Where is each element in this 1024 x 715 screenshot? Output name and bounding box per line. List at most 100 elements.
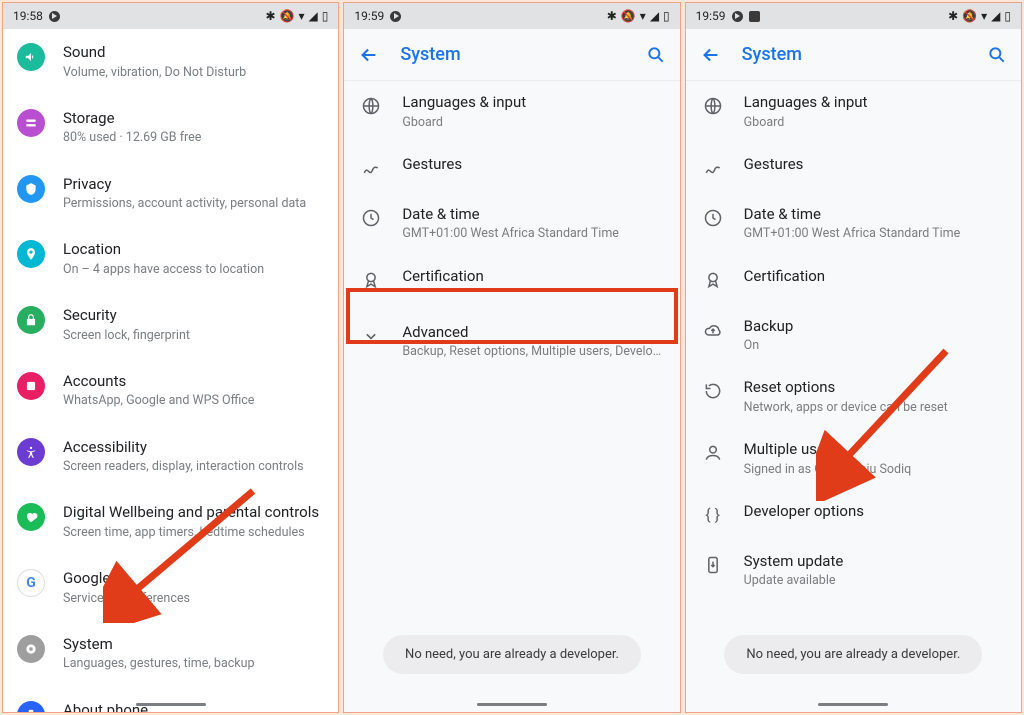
google-icon: G bbox=[17, 569, 45, 597]
row-title: System update bbox=[744, 552, 1005, 572]
row-title: Google bbox=[63, 569, 322, 589]
system-list-expanded[interactable]: Languages & inputGboard Gestures Date & … bbox=[686, 81, 1021, 712]
clock-icon bbox=[358, 205, 384, 231]
system-icon bbox=[17, 635, 45, 663]
row-title: Certification bbox=[744, 267, 1005, 287]
status-time: 19:58 bbox=[13, 9, 43, 23]
app-bar: System bbox=[344, 29, 679, 81]
globe-icon bbox=[700, 93, 726, 119]
system-row-gestures[interactable]: Gestures bbox=[686, 143, 1021, 193]
settings-list[interactable]: Sound Volume, vibration, Do Not Disturb … bbox=[3, 29, 338, 712]
system-row-sysupdate[interactable]: System updateUpdate available bbox=[686, 540, 1021, 602]
toast: No need, you are already a developer. bbox=[383, 635, 641, 674]
gestures-icon bbox=[358, 155, 384, 181]
privacy-icon bbox=[17, 175, 45, 203]
system-row-advanced[interactable]: Advanced Backup, Reset options, Multiple… bbox=[344, 305, 679, 379]
settings-main-panel: 19:58 ✱ 🔕 ▾ ◢ ▯ Sound Volume, vibration,… bbox=[2, 2, 339, 713]
signal-icon: ◢ bbox=[308, 9, 317, 23]
row-title: Languages & input bbox=[744, 93, 1005, 113]
row-title: Location bbox=[63, 240, 322, 260]
settings-row-privacy[interactable]: Privacy Permissions, account activity, p… bbox=[3, 161, 338, 227]
app-bar: System bbox=[686, 29, 1021, 81]
signal-icon: ◢ bbox=[991, 9, 1000, 23]
system-list[interactable]: Languages & input Gboard Gestures Date &… bbox=[344, 81, 679, 712]
battery-icon: ▯ bbox=[322, 9, 329, 23]
row-title: Date & time bbox=[744, 205, 1005, 225]
row-sub: GMT+01:00 West Africa Standard Time bbox=[402, 226, 663, 242]
system-row-certification[interactable]: Certification bbox=[686, 255, 1021, 305]
system-row-certification[interactable]: Certification bbox=[344, 255, 679, 305]
bluetooth-icon: ✱ bbox=[948, 9, 958, 23]
settings-row-location[interactable]: Location On – 4 apps have access to loca… bbox=[3, 226, 338, 292]
settings-row-security[interactable]: Security Screen lock, fingerprint bbox=[3, 292, 338, 358]
system-row-languages[interactable]: Languages & input Gboard bbox=[344, 81, 679, 143]
settings-row-about[interactable]: About phone Nokia 6.1 Plus bbox=[3, 687, 338, 713]
back-button[interactable] bbox=[700, 44, 722, 66]
system-row-reset[interactable]: Reset options Network, apps or device can… bbox=[686, 366, 1021, 428]
system-row-backup[interactable]: BackupOn bbox=[686, 305, 1021, 367]
settings-row-sound[interactable]: Sound Volume, vibration, Do Not Disturb bbox=[3, 29, 338, 95]
row-sub: On – 4 apps have access to location bbox=[63, 262, 322, 278]
about-icon bbox=[17, 701, 45, 713]
row-sub: WhatsApp, Google and WPS Office bbox=[63, 393, 322, 409]
wifi-icon: ▾ bbox=[981, 9, 987, 23]
search-button[interactable] bbox=[987, 45, 1007, 65]
battery-icon: ▯ bbox=[1004, 9, 1011, 23]
system-row-languages[interactable]: Languages & inputGboard bbox=[686, 81, 1021, 143]
row-sub: Update available bbox=[744, 573, 1005, 589]
settings-row-system[interactable]: System Languages, gestures, time, backup bbox=[3, 621, 338, 687]
system-row-gestures[interactable]: Gestures bbox=[344, 143, 679, 193]
status-icons: ✱ 🔕 ▾ ◢ ▯ bbox=[607, 9, 670, 23]
play-icon bbox=[49, 11, 60, 22]
home-indicator[interactable] bbox=[136, 703, 206, 706]
system-row-devopts[interactable]: { } Developer options bbox=[686, 490, 1021, 540]
settings-row-wellbeing[interactable]: Digital Wellbeing and parental controls … bbox=[3, 489, 338, 555]
bluetooth-icon: ✱ bbox=[607, 9, 617, 23]
row-title: Reset options bbox=[744, 378, 1005, 398]
row-sub: GMT+01:00 West Africa Standard Time bbox=[744, 226, 1005, 242]
system-row-multiusers[interactable]: Multiple users Signed in as Olanrewaju So… bbox=[686, 428, 1021, 490]
cloud-icon bbox=[700, 317, 726, 343]
row-title: Gestures bbox=[744, 155, 1005, 175]
row-title: Date & time bbox=[402, 205, 663, 225]
certification-icon bbox=[700, 267, 726, 293]
row-sub: Backup, Reset options, Multiple users, D… bbox=[402, 344, 663, 360]
row-sub: Network, apps or device can be reset bbox=[744, 400, 1005, 416]
storage-icon bbox=[17, 109, 45, 137]
row-sub: Screen time, app timers, bedtime schedul… bbox=[63, 525, 322, 541]
status-bar: 19:59 ✱ 🔕 ▾ ◢ ▯ bbox=[344, 3, 679, 29]
back-button[interactable] bbox=[358, 44, 380, 66]
row-title: System bbox=[63, 635, 322, 655]
dnd-icon: 🔕 bbox=[962, 9, 977, 23]
home-indicator[interactable] bbox=[818, 703, 888, 706]
settings-row-accessibility[interactable]: Accessibility Screen readers, display, i… bbox=[3, 424, 338, 490]
search-button[interactable] bbox=[646, 45, 666, 65]
row-sub: Signed in as Olanrewaju Sodiq bbox=[744, 462, 1005, 478]
row-sub: Services & preferences bbox=[63, 591, 322, 607]
play-icon bbox=[390, 11, 401, 22]
row-title: Sound bbox=[63, 43, 322, 63]
system-row-datetime[interactable]: Date & timeGMT+01:00 West Africa Standar… bbox=[686, 193, 1021, 255]
wellbeing-icon bbox=[17, 503, 45, 531]
row-title: Accounts bbox=[63, 372, 322, 392]
system-row-datetime[interactable]: Date & time GMT+01:00 West Africa Standa… bbox=[344, 193, 679, 255]
row-sub: Volume, vibration, Do Not Disturb bbox=[63, 65, 322, 81]
settings-row-storage[interactable]: Storage 80% used · 12.69 GB free bbox=[3, 95, 338, 161]
status-bar: 19:58 ✱ 🔕 ▾ ◢ ▯ bbox=[3, 3, 338, 29]
dnd-icon: 🔕 bbox=[280, 9, 295, 23]
row-title: Advanced bbox=[402, 323, 663, 343]
settings-row-google[interactable]: G Google Services & preferences bbox=[3, 555, 338, 621]
home-indicator[interactable] bbox=[477, 703, 547, 706]
row-title: Multiple users bbox=[744, 440, 1005, 460]
row-title: Accessibility bbox=[63, 438, 322, 458]
accounts-icon bbox=[17, 372, 45, 400]
system-panel-expanded: 19:59 ✱ 🔕 ▾ ◢ ▯ System Languages & input… bbox=[685, 2, 1022, 713]
settings-row-accounts[interactable]: Accounts WhatsApp, Google and WPS Office bbox=[3, 358, 338, 424]
location-icon bbox=[17, 240, 45, 268]
row-title: Privacy bbox=[63, 175, 322, 195]
braces-icon: { } bbox=[700, 502, 726, 528]
chevron-down-icon bbox=[358, 323, 384, 349]
row-title: Developer options bbox=[744, 502, 1005, 522]
clock-icon bbox=[700, 205, 726, 231]
battery-icon: ▯ bbox=[663, 9, 670, 23]
